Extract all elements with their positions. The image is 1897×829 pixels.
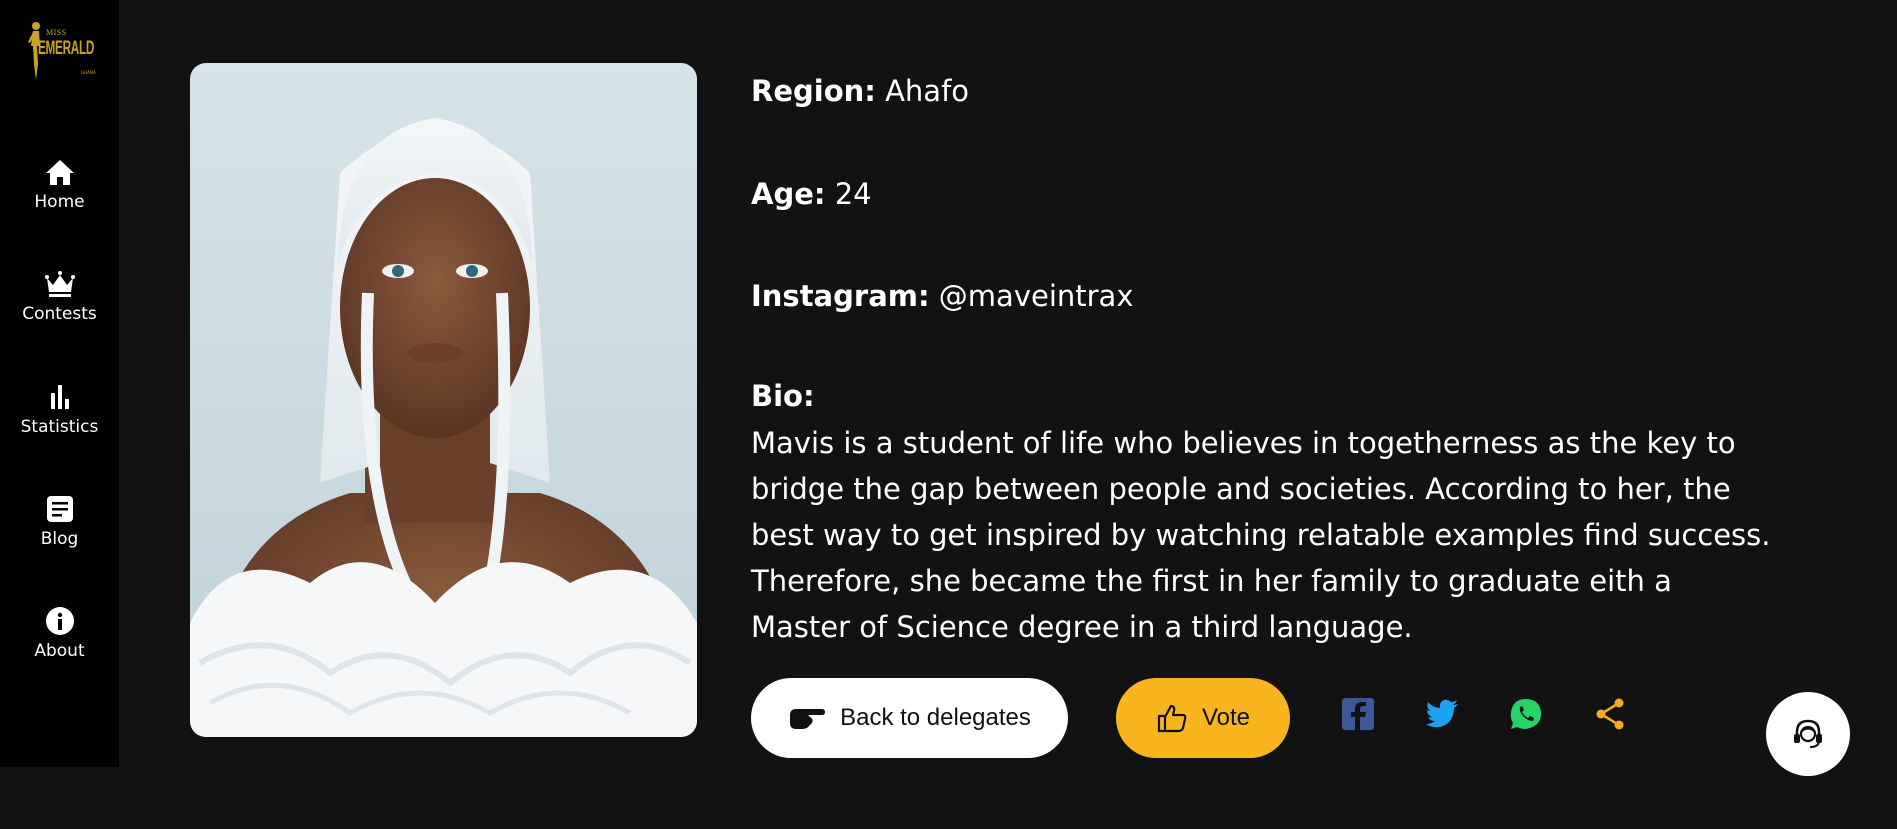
nav-item-statistics[interactable]: Statistics — [0, 381, 119, 461]
logo-text-top: MISS — [46, 28, 67, 37]
age-row: Age: 24 — [751, 177, 872, 212]
support-chat-button[interactable] — [1766, 692, 1850, 776]
region-row: Region: Ahafo — [751, 74, 969, 109]
logo-text-main: EMERALD — [38, 38, 95, 59]
nav-item-about[interactable]: About — [0, 605, 119, 685]
bio-label: Bio: — [751, 379, 815, 413]
crown-icon — [44, 271, 75, 297]
thumbs-up-icon — [1157, 704, 1187, 733]
nav-label-about: About — [34, 641, 85, 661]
age-label: Age: — [751, 177, 826, 211]
info-icon — [45, 607, 74, 635]
facebook-icon — [1342, 698, 1374, 730]
nav-item-home[interactable]: Home — [0, 156, 119, 236]
whatsapp-share-button[interactable] — [1508, 696, 1544, 732]
headset-icon — [1794, 719, 1822, 748]
region-label: Region: — [751, 74, 876, 108]
instagram-value[interactable]: @maveintrax — [939, 279, 1134, 313]
back-button-label: Back to delegates — [840, 704, 1031, 731]
bar-chart-icon — [50, 385, 69, 409]
nav-item-blog[interactable]: Blog — [0, 493, 119, 573]
sidebar: MISS EMERALD GHANA Home Contests Statist… — [0, 0, 119, 767]
vote-button-label: Vote — [1201, 704, 1251, 731]
nav-label-home: Home — [34, 192, 85, 212]
delegate-photo — [190, 63, 697, 737]
bio-text: Mavis is a student of life who believes … — [751, 426, 1771, 644]
facebook-share-button[interactable] — [1340, 696, 1376, 732]
nav-item-contests[interactable]: Contests — [0, 268, 119, 348]
region-value: Ahafo — [885, 74, 970, 108]
nav-label-blog: Blog — [40, 529, 79, 549]
document-icon — [46, 496, 73, 522]
age-value: 24 — [834, 177, 872, 211]
instagram-label: Instagram: — [751, 279, 930, 313]
whatsapp-icon — [1510, 699, 1542, 729]
logo-text-bottom: GHANA — [81, 70, 96, 75]
back-to-delegates-button[interactable]: Back to delegates — [751, 678, 1068, 758]
nav-label-statistics: Statistics — [20, 417, 99, 437]
twitter-share-button[interactable] — [1424, 696, 1460, 732]
instagram-row: Instagram: @maveintrax — [751, 279, 1134, 314]
vote-button[interactable]: Vote — [1116, 678, 1290, 758]
share-button[interactable] — [1592, 696, 1628, 732]
logo[interactable]: MISS EMERALD GHANA — [24, 20, 100, 82]
nav-label-contests: Contests — [22, 304, 97, 324]
bio-label-row: Bio: — [751, 379, 815, 414]
pointing-hand-icon — [790, 709, 826, 729]
delegate-portrait-image — [190, 118, 697, 737]
share-icon — [1596, 698, 1624, 730]
home-icon — [45, 160, 74, 185]
twitter-icon — [1426, 699, 1458, 728]
